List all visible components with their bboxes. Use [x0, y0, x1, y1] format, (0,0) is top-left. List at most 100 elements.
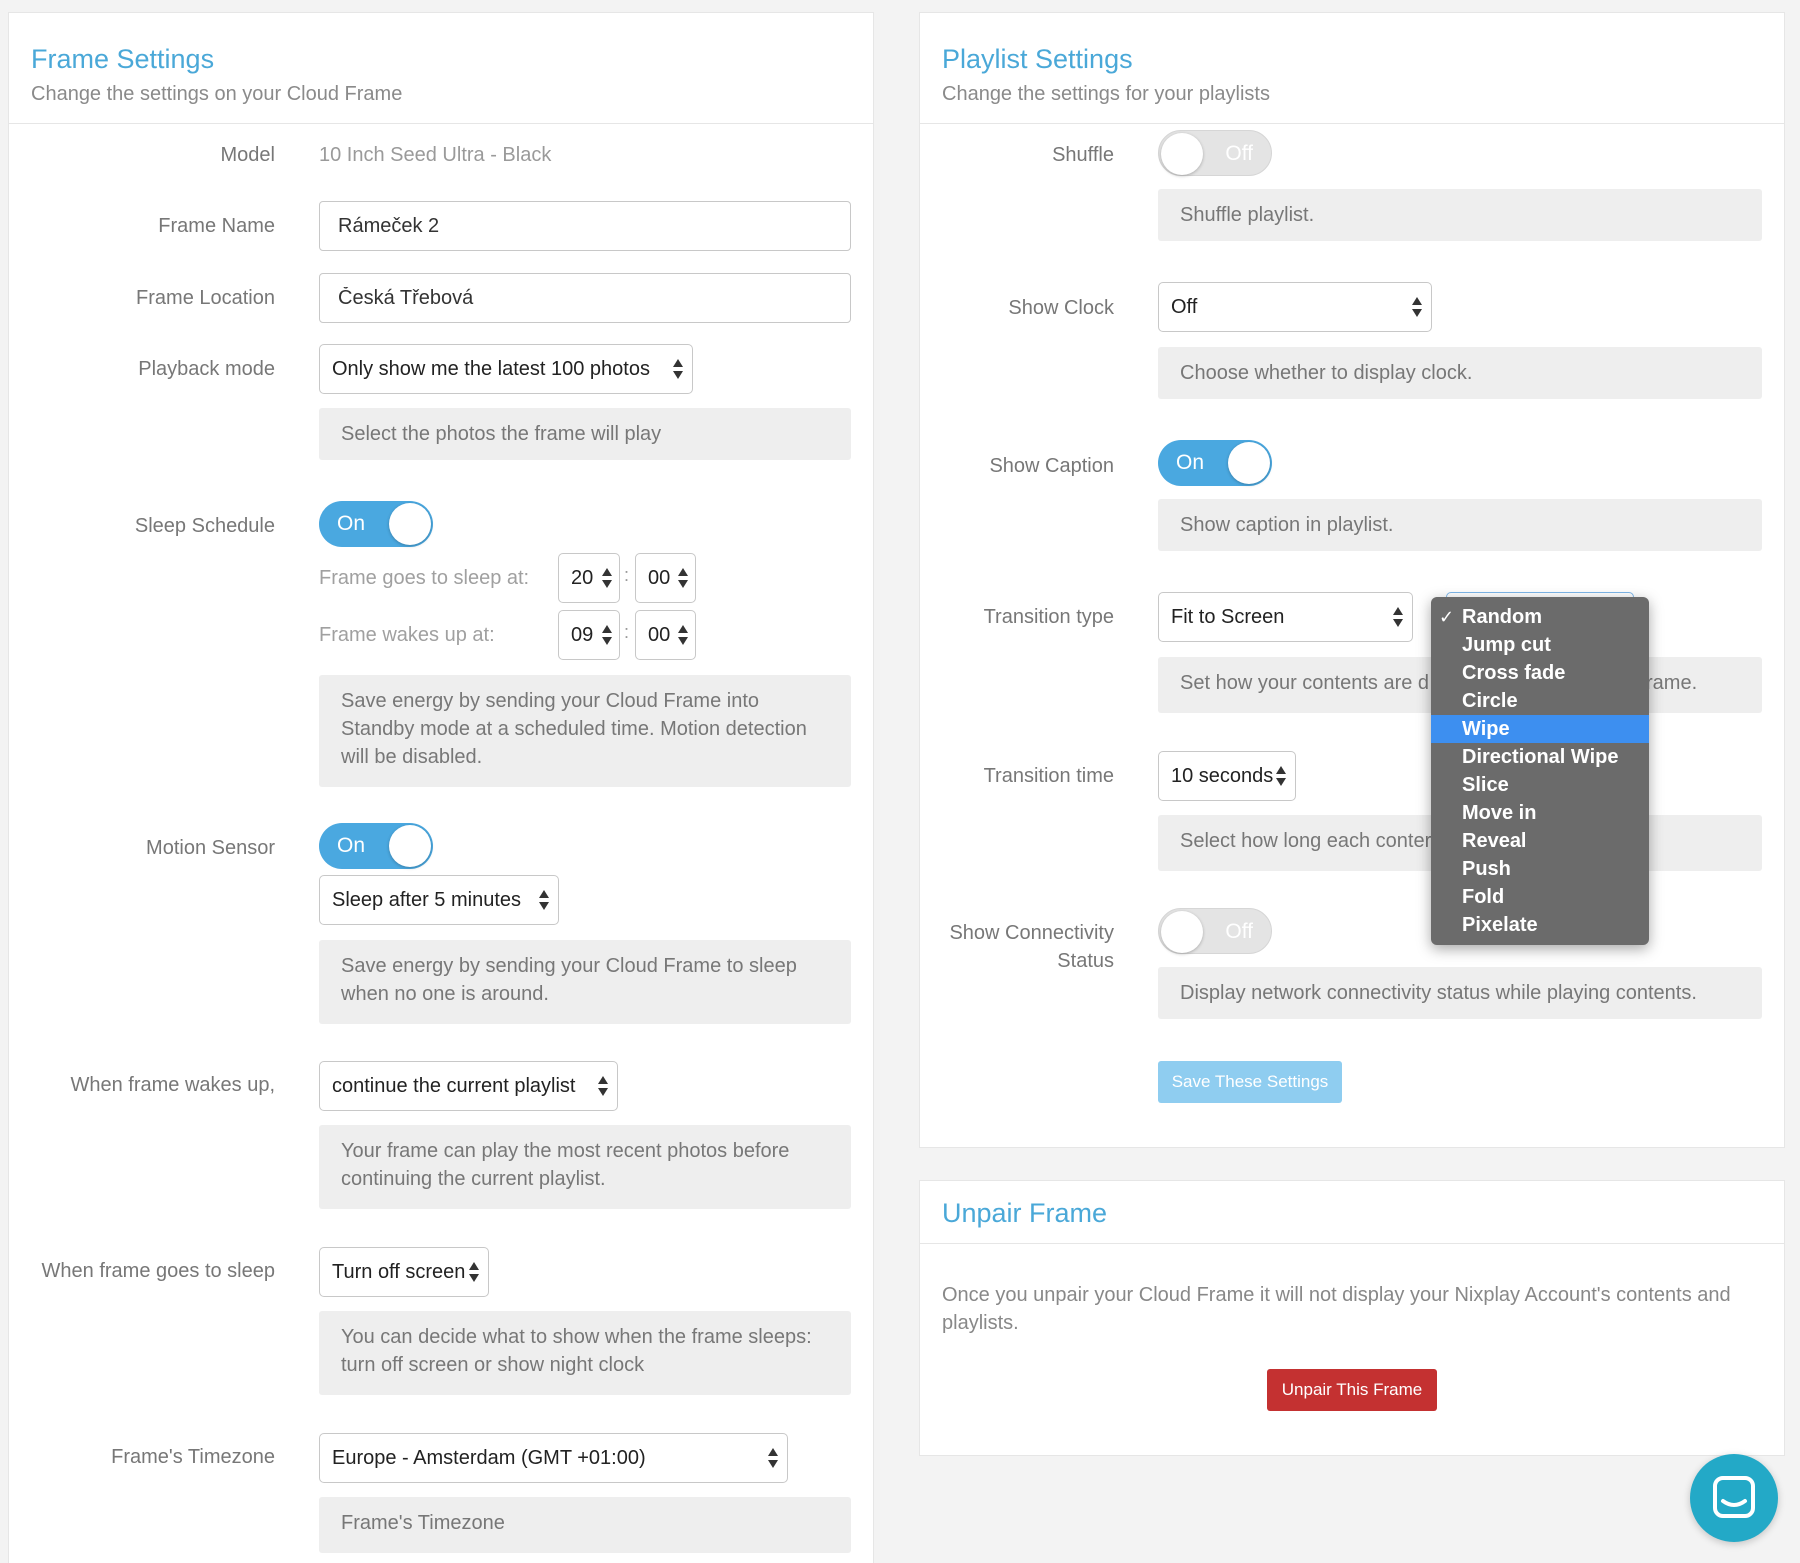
show-caption-toggle-label: On	[1176, 451, 1205, 474]
goes-sleep-label: When frame goes to sleep	[41, 1260, 275, 1282]
unpair-panel: Unpair Frame Once you unpair your Cloud …	[919, 1180, 1785, 1456]
up-down-arrows-icon	[601, 567, 613, 589]
show-caption-toggle[interactable]: On	[1158, 440, 1272, 486]
dropdown-option[interactable]: ✓ Random	[1431, 603, 1649, 631]
up-down-arrows-icon	[1392, 606, 1404, 628]
connectivity-toggle[interactable]: Off	[1158, 908, 1272, 954]
transition-type-help-text: Set how your contents are d	[1180, 672, 1430, 694]
connectivity-label: Show Connectivity Status	[949, 919, 1114, 975]
up-down-arrows-icon	[601, 624, 613, 646]
show-clock-select[interactable]: Off	[1158, 282, 1432, 332]
show-clock-value: Off	[1171, 296, 1198, 318]
motion-sensor-label: Motion Sensor	[146, 837, 275, 859]
motion-sleep-value: Sleep after 5 minutes	[332, 889, 521, 911]
sleep-schedule-toggle-label: On	[337, 512, 366, 535]
goes-sleep-help: You can decide what to show when the fra…	[319, 1311, 851, 1395]
sleep-minute-select[interactable]: 00	[635, 553, 696, 603]
up-down-arrows-icon	[1411, 296, 1423, 318]
transition-time-select[interactable]: 10 seconds	[1158, 751, 1296, 801]
sleep-at-label: Frame goes to sleep at:	[319, 567, 530, 589]
frame-settings-subtitle: Change the settings on your Cloud Frame	[31, 83, 403, 105]
motion-sleep-select[interactable]: Sleep after 5 minutes	[319, 875, 559, 925]
wakes-up-value: continue the current playlist	[332, 1075, 576, 1097]
connectivity-label-line1: Show Connectivity	[949, 922, 1114, 944]
frame-location-input[interactable]	[319, 273, 851, 323]
transition-type-help-text-end: rame.	[1646, 672, 1698, 694]
wake-minute-select[interactable]: 00	[635, 610, 696, 660]
dropdown-option[interactable]: Move in	[1431, 799, 1649, 827]
dropdown-option-label: Fold	[1462, 886, 1505, 908]
sleep-schedule-help: Save energy by sending your Cloud Frame …	[319, 675, 851, 787]
dropdown-option[interactable]: Reveal	[1431, 827, 1649, 855]
up-down-arrows-icon	[767, 1447, 779, 1469]
frame-name-label: Frame Name	[158, 215, 275, 237]
dropdown-option[interactable]: Fold	[1431, 883, 1649, 911]
dropdown-option-highlighted[interactable]: Wipe	[1431, 715, 1649, 743]
transition-type-label: Transition type	[983, 606, 1114, 628]
toggle-knob	[1161, 133, 1203, 175]
motion-sensor-toggle[interactable]: On	[319, 823, 433, 869]
chat-launcher-button[interactable]	[1690, 1454, 1778, 1542]
toggle-knob	[389, 503, 431, 545]
sleep-hour-select[interactable]: 20	[558, 553, 620, 603]
chat-bubble-icon	[1713, 1476, 1755, 1518]
up-down-arrows-icon	[1275, 765, 1287, 787]
frame-location-label: Frame Location	[136, 287, 275, 309]
dropdown-option[interactable]: Directional Wipe	[1431, 743, 1649, 771]
timezone-value: Europe - Amsterdam (GMT +01:00)	[332, 1447, 646, 1469]
playback-mode-label: Playback mode	[138, 358, 275, 380]
dropdown-option-label: Wipe	[1462, 718, 1510, 740]
playlist-settings-title: Playlist Settings	[942, 44, 1133, 74]
dropdown-option-label: Cross fade	[1462, 662, 1566, 684]
wakes-up-select[interactable]: continue the current playlist	[319, 1061, 618, 1111]
save-settings-button[interactable]: Save These Settings	[1158, 1061, 1342, 1103]
up-down-arrows-icon	[538, 889, 550, 911]
connectivity-label-line2: Status	[1057, 950, 1114, 972]
dropdown-option[interactable]: Cross fade	[1431, 659, 1649, 687]
up-down-arrows-icon	[677, 624, 689, 646]
transition-effect-dropdown: ✓ Random Jump cut Cross fade Circle Wipe…	[1431, 597, 1649, 945]
frame-name-input[interactable]	[319, 201, 851, 251]
show-clock-help: Choose whether to display clock.	[1158, 347, 1762, 399]
timezone-label: Frame's Timezone	[111, 1446, 275, 1468]
time-separator: :	[624, 622, 630, 642]
unpair-title: Unpair Frame	[942, 1198, 1108, 1228]
model-value: 10 Inch Seed Ultra - Black	[319, 144, 552, 166]
playback-mode-help: Select the photos the frame will play	[319, 408, 851, 460]
motion-sensor-help: Save energy by sending your Cloud Frame …	[319, 940, 851, 1024]
dropdown-option[interactable]: Jump cut	[1431, 631, 1649, 659]
transition-fit-select[interactable]: Fit to Screen	[1158, 592, 1413, 642]
checkmark-icon: ✓	[1439, 607, 1455, 627]
toggle-knob	[389, 825, 431, 867]
shuffle-help: Shuffle playlist.	[1158, 189, 1762, 241]
sleep-schedule-toggle[interactable]: On	[319, 501, 433, 547]
dropdown-option-label: Move in	[1462, 802, 1537, 824]
dropdown-option[interactable]: Pixelate	[1431, 911, 1649, 939]
playlist-settings-header: Playlist Settings Change the settings fo…	[920, 13, 1784, 124]
goes-sleep-select[interactable]: Turn off screen	[319, 1247, 489, 1297]
shuffle-toggle-label: Off	[1225, 142, 1253, 165]
dropdown-option[interactable]: Slice	[1431, 771, 1649, 799]
show-caption-help: Show caption in playlist.	[1158, 499, 1762, 551]
playback-mode-select[interactable]: Only show me the latest 100 photos	[319, 344, 693, 394]
toggle-knob	[1228, 442, 1270, 484]
dropdown-option-label: Circle	[1462, 690, 1518, 712]
transition-time-value: 10 seconds	[1171, 765, 1274, 787]
unpair-header: Unpair Frame	[920, 1181, 1784, 1244]
wakes-up-label: When frame wakes up,	[70, 1074, 275, 1096]
wakes-up-help: Your frame can play the most recent phot…	[319, 1125, 851, 1209]
up-down-arrows-icon	[597, 1075, 609, 1097]
unpair-description: Once you unpair your Cloud Frame it will…	[942, 1284, 1731, 1334]
wake-hour-value: 09	[571, 624, 594, 646]
wake-hour-select[interactable]: 09	[558, 610, 620, 660]
frame-settings-header: Frame Settings Change the settings on yo…	[9, 13, 873, 124]
shuffle-toggle[interactable]: Off	[1158, 130, 1272, 176]
dropdown-option-label: Slice	[1462, 774, 1509, 796]
timezone-select[interactable]: Europe - Amsterdam (GMT +01:00)	[319, 1433, 788, 1483]
dropdown-option[interactable]: Circle	[1431, 687, 1649, 715]
dropdown-option[interactable]: Push	[1431, 855, 1649, 883]
unpair-frame-button[interactable]: Unpair This Frame	[1267, 1369, 1437, 1411]
dropdown-option-label: Directional Wipe	[1462, 746, 1619, 768]
motion-sensor-toggle-label: On	[337, 834, 366, 857]
up-down-arrows-icon	[468, 1261, 480, 1283]
